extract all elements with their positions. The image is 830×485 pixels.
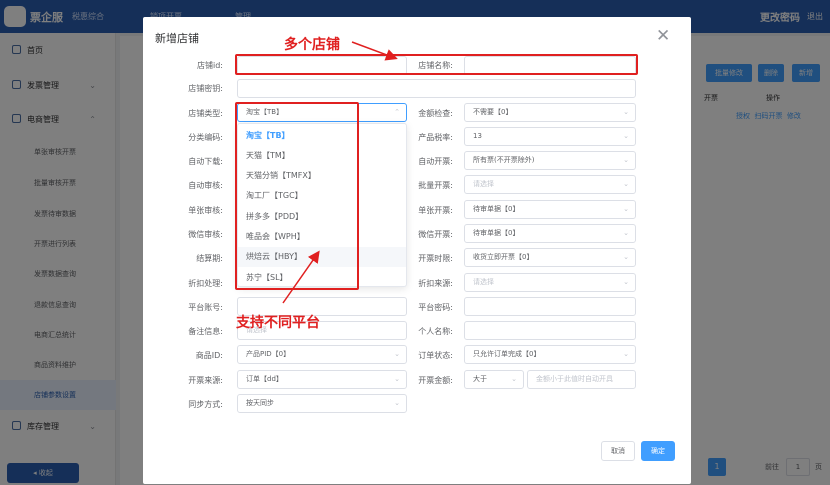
chevron-down-icon: ⌄ xyxy=(511,375,517,383)
invoice-timing-value: 收货立即开票【0】 xyxy=(473,253,534,261)
chevron-down-icon: ⌄ xyxy=(623,253,629,261)
platform-account-label: 平台账号: xyxy=(188,303,223,312)
order-status-select[interactable]: 只允许订单完成【0】 ⌄ xyxy=(464,345,636,364)
single-invoice-select[interactable]: 待审单据【0】 ⌄ xyxy=(464,200,636,219)
amount-check-label: 金额检查: xyxy=(418,109,453,118)
batch-invoice-placeholder: 请选择 xyxy=(473,180,494,188)
shop-id-label: 店铺id: xyxy=(197,61,223,70)
single-audit-label: 单张审核: xyxy=(188,206,223,215)
amount-check-value: 不需要【0】 xyxy=(473,108,513,116)
wechat-invoice-value: 待审单据【0】 xyxy=(473,229,520,237)
single-invoice-value: 待审单据【0】 xyxy=(473,205,520,213)
add-shop-dialog: 新增店铺 ✕ 店铺id: 店铺名称: 店铺密钥: 店铺类型: 淘宝【TB】 ⌃ 金… xyxy=(143,17,691,484)
cancel-button[interactable]: 取消 xyxy=(601,441,635,461)
invoice-timing-select[interactable]: 收货立即开票【0】 ⌄ xyxy=(464,248,636,267)
product-tax-select[interactable]: 13 ⌄ xyxy=(464,127,636,146)
settlement-label: 结算期: xyxy=(196,254,223,263)
sync-mode-label: 同步方式: xyxy=(188,400,223,409)
remark-label: 备注信息: xyxy=(188,327,223,336)
chevron-down-icon: ⌄ xyxy=(623,180,629,188)
category-code-label: 分类编码: xyxy=(188,133,223,142)
invoice-amount-op-select[interactable]: 大于 ⌄ xyxy=(464,370,524,389)
annotation-box-platforms xyxy=(235,102,359,290)
chevron-down-icon: ⌄ xyxy=(623,278,629,286)
personal-name-label: 个人名称: xyxy=(418,327,453,336)
shop-secret-label: 店铺密钥: xyxy=(188,84,223,93)
invoice-source-value: 订单【dd】 xyxy=(246,375,283,383)
annotation-box-shop-fields xyxy=(235,54,638,75)
dialog-title: 新增店铺 xyxy=(155,32,199,45)
discount-handling-label: 折扣处理: xyxy=(188,279,223,288)
invoice-amount-op-value: 大于 xyxy=(473,375,487,383)
order-status-value: 只允许订单完成【0】 xyxy=(473,350,541,358)
chevron-down-icon: ⌄ xyxy=(394,399,400,407)
discount-source-placeholder: 请选择 xyxy=(473,278,494,286)
shop-type-label: 店铺类型: xyxy=(188,109,223,118)
wechat-audit-label: 微信审核: xyxy=(188,230,223,239)
chevron-down-icon: ⌄ xyxy=(623,132,629,140)
chevron-down-icon: ⌄ xyxy=(623,156,629,164)
chevron-down-icon: ⌄ xyxy=(623,350,629,358)
chevron-down-icon: ⌄ xyxy=(623,205,629,213)
chevron-down-icon: ⌄ xyxy=(623,229,629,237)
batch-invoice-select[interactable]: 请选择 ⌄ xyxy=(464,175,636,194)
order-status-label: 订单状态: xyxy=(418,351,453,360)
product-id-label: 商品ID: xyxy=(195,351,223,360)
platform-password-label: 平台密码: xyxy=(418,303,453,312)
amount-check-select[interactable]: 不需要【0】 ⌄ xyxy=(464,103,636,122)
shop-secret-input[interactable] xyxy=(237,79,636,98)
product-id-value: 产品PID【0】 xyxy=(246,350,291,358)
invoice-source-label: 开票来源: xyxy=(188,376,223,385)
wechat-invoice-select[interactable]: 待审单据【0】 ⌄ xyxy=(464,224,636,243)
invoice-amount-input[interactable]: 金额小于此值时自动开具 xyxy=(527,370,636,389)
confirm-button[interactable]: 确定 xyxy=(641,441,675,461)
sync-mode-select[interactable]: 按天同步 ⌄ xyxy=(237,394,407,413)
annotation-multi-shop: 多个店铺 xyxy=(284,37,340,53)
personal-name-input[interactable] xyxy=(464,321,636,340)
discount-source-select[interactable]: 请选择 ⌄ xyxy=(464,273,636,292)
auto-invoice-value: 所有票(不开票除外) xyxy=(473,156,535,164)
auto-download-label: 自动下载: xyxy=(188,157,223,166)
chevron-down-icon: ⌄ xyxy=(623,108,629,116)
product-tax-value: 13 xyxy=(473,132,482,140)
invoice-amount-label: 开票金额: xyxy=(418,376,453,385)
annotation-multi-platform: 支持不同平台 xyxy=(236,315,320,331)
sync-mode-value: 按天同步 xyxy=(246,399,274,407)
close-icon[interactable]: ✕ xyxy=(656,26,670,46)
auto-audit-label: 自动审核: xyxy=(188,181,223,190)
auto-invoice-select[interactable]: 所有票(不开票除外) ⌄ xyxy=(464,151,636,170)
platform-password-input[interactable] xyxy=(464,297,636,316)
